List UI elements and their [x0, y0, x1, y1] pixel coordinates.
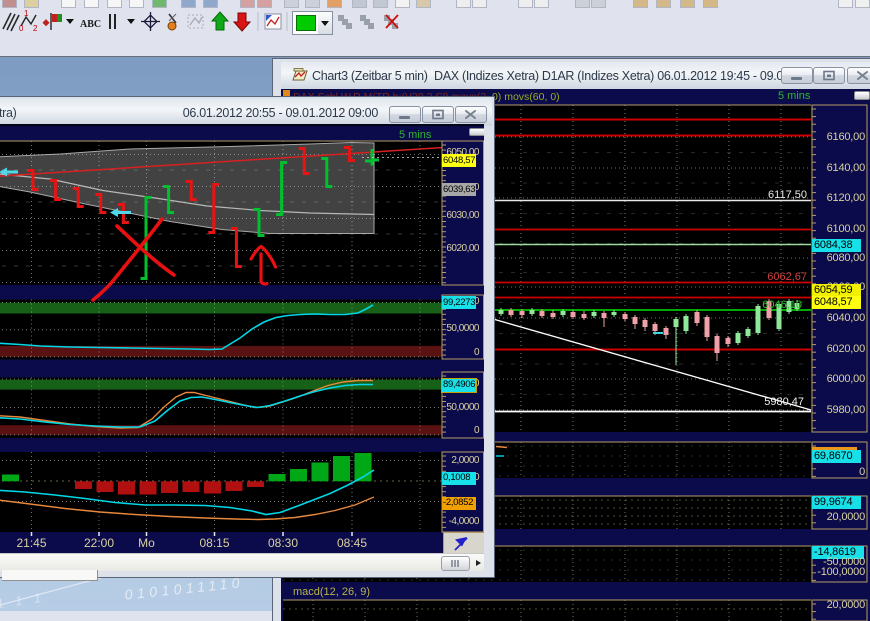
svg-text:2: 2	[33, 24, 38, 33]
svg-text:5980,47: 5980,47	[764, 396, 804, 408]
svg-text:6062,67: 6062,67	[767, 271, 807, 283]
svg-text:ABC: ABC	[80, 19, 101, 30]
svg-text:1: 1	[24, 9, 29, 18]
svg-text:0: 0	[19, 24, 24, 33]
svg-text:6117,50: 6117,50	[768, 189, 807, 201]
svg-text:6046,10: 6046,10	[762, 299, 802, 311]
